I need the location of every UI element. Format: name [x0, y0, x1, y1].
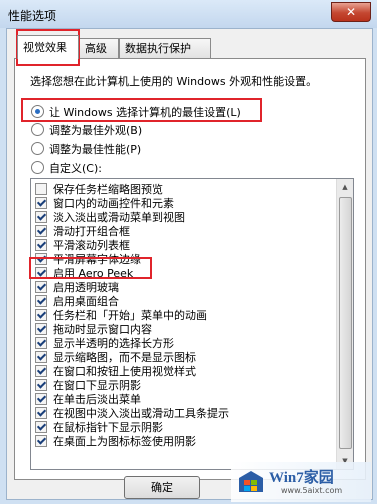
radio-icon — [31, 123, 44, 136]
checkbox-checked-icon — [35, 253, 47, 265]
effect-label: 平滑屏幕字体边缘 — [53, 253, 141, 266]
checkbox-checked-icon — [35, 407, 47, 419]
close-button[interactable]: ✕ — [331, 2, 371, 22]
description-text: 选择您想在此计算机上使用的 Windows 外观和性能设置。 — [30, 75, 318, 88]
effects-list[interactable]: 保存任务栏缩略图预览 窗口内的动画控件和元素 淡入淡出或滑动菜单到视图 滑动打开… — [30, 178, 354, 470]
effect-label: 淡入淡出或滑动菜单到视图 — [53, 211, 185, 224]
checkbox-checked-icon — [35, 295, 47, 307]
checkbox-checked-icon — [35, 281, 47, 293]
radio-selected-icon — [31, 105, 44, 118]
list-item[interactable]: 启用桌面组合 — [35, 295, 119, 308]
list-item[interactable]: 在窗口和按钮上使用视觉样式 — [35, 365, 196, 378]
checkbox-checked-icon — [35, 309, 47, 321]
tab-data-execution-prevention[interactable]: 数据执行保护 — [119, 38, 211, 58]
effect-label: 任务栏和「开始」菜单中的动画 — [53, 309, 207, 322]
window-title: 性能选项 — [8, 9, 57, 23]
checkbox-checked-icon — [35, 239, 47, 251]
radio-icon — [31, 161, 44, 174]
visual-effects-panel: 选择您想在此计算机上使用的 Windows 外观和性能设置。 让 Windows… — [14, 58, 366, 480]
checkbox-checked-icon — [35, 267, 47, 279]
checkbox-checked-icon — [35, 421, 47, 433]
radio-icon — [31, 142, 44, 155]
effect-label: 显示半透明的选择长方形 — [53, 337, 174, 350]
watermark-url: www.5aixt.com — [281, 486, 343, 495]
effect-label: 显示缩略图，而不是显示图标 — [53, 351, 196, 364]
checkbox-checked-icon — [35, 379, 47, 391]
effect-label: 窗口内的动画控件和元素 — [53, 197, 174, 210]
list-item[interactable]: 在桌面上为图标标签使用阴影 — [35, 435, 196, 448]
radio-label: 自定义(C): — [49, 162, 102, 175]
list-item[interactable]: 窗口内的动画控件和元素 — [35, 197, 174, 210]
list-scrollbar[interactable]: ▲ ▼ — [336, 179, 353, 469]
radio-label: 调整为最佳外观(B) — [49, 124, 143, 137]
effect-label: 平滑滚动列表框 — [53, 239, 130, 252]
scroll-thumb[interactable] — [339, 197, 352, 449]
radio-label: 调整为最佳性能(P) — [49, 143, 142, 156]
radio-custom[interactable]: 自定义(C): — [31, 161, 102, 177]
effect-label: 在视图中淡入淡出或滑动工具条提示 — [53, 407, 229, 420]
effect-label: 在窗口下显示阴影 — [53, 379, 141, 392]
watermark: Win7家园 www.5aixt.com — [231, 462, 371, 502]
effect-label: 拖动时显示窗口内容 — [53, 323, 152, 336]
scroll-up-icon[interactable]: ▲ — [338, 180, 352, 194]
list-item[interactable]: 显示半透明的选择长方形 — [35, 337, 174, 350]
list-item[interactable]: 平滑屏幕字体边缘 — [35, 253, 141, 266]
dialog-body: 视觉效果 高级 数据执行保护 选择您想在此计算机上使用的 Windows 外观和… — [6, 28, 373, 500]
effect-label: 保存任务栏缩略图预览 — [53, 183, 163, 196]
list-item[interactable]: 显示缩略图，而不是显示图标 — [35, 351, 196, 364]
effect-label: 启用 Aero Peek — [53, 267, 134, 280]
effect-label: 在单击后淡出菜单 — [53, 393, 141, 406]
checkbox-checked-icon — [35, 365, 47, 377]
list-item[interactable]: 滑动打开组合框 — [35, 225, 130, 238]
checkbox-checked-icon — [35, 225, 47, 237]
effect-label: 在鼠标指针下显示阴影 — [53, 421, 163, 434]
list-item[interactable]: 启用 Aero Peek — [35, 267, 133, 280]
list-item[interactable]: 淡入淡出或滑动菜单到视图 — [35, 211, 185, 224]
list-item[interactable]: 任务栏和「开始」菜单中的动画 — [35, 309, 207, 322]
checkbox-checked-icon — [35, 323, 47, 335]
effect-label: 在桌面上为图标标签使用阴影 — [53, 435, 196, 448]
effect-label: 在窗口和按钮上使用视觉样式 — [53, 365, 196, 378]
list-item[interactable]: 保存任务栏缩略图预览 — [35, 183, 163, 196]
list-item[interactable]: 拖动时显示窗口内容 — [35, 323, 152, 336]
tab-visual-effects[interactable]: 视觉效果 — [17, 35, 79, 59]
effect-label: 滑动打开组合框 — [53, 225, 130, 238]
list-item[interactable]: 启用透明玻璃 — [35, 281, 119, 294]
windows-logo-icon — [239, 471, 263, 492]
list-item[interactable]: 在窗口下显示阴影 — [35, 379, 141, 392]
list-item[interactable]: 在视图中淡入淡出或滑动工具条提示 — [35, 407, 229, 420]
checkbox-checked-icon — [35, 393, 47, 405]
radio-best-appearance[interactable]: 调整为最佳外观(B) — [31, 123, 142, 139]
checkbox-checked-icon — [35, 435, 47, 447]
list-item[interactable]: 平滑滚动列表框 — [35, 239, 130, 252]
checkbox-checked-icon — [35, 211, 47, 223]
checkbox-icon — [35, 183, 47, 195]
effect-label: 启用透明玻璃 — [53, 281, 119, 294]
radio-best-settings[interactable]: 让 Windows 选择计算机的最佳设置(L) — [31, 105, 241, 121]
list-item[interactable]: 在鼠标指针下显示阴影 — [35, 421, 163, 434]
watermark-brand: Win7家园 — [269, 470, 334, 486]
tab-advanced[interactable]: 高级 — [79, 38, 119, 58]
checkbox-checked-icon — [35, 337, 47, 349]
radio-best-performance[interactable]: 调整为最佳性能(P) — [31, 142, 141, 158]
checkbox-checked-icon — [35, 351, 47, 363]
list-item[interactable]: 在单击后淡出菜单 — [35, 393, 141, 406]
effect-label: 启用桌面组合 — [53, 295, 119, 308]
ok-button[interactable]: 确定 — [124, 476, 200, 499]
title-bar: 性能选项 ✕ — [0, 0, 377, 28]
checkbox-checked-icon — [35, 197, 47, 209]
radio-label: 让 Windows 选择计算机的最佳设置(L) — [49, 106, 241, 119]
